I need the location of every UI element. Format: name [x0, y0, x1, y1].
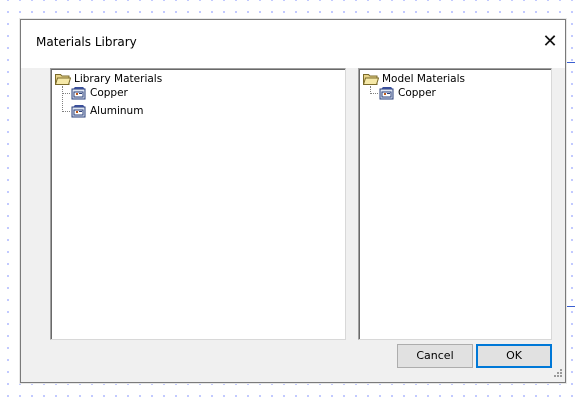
tree-connector: [370, 93, 378, 94]
material-icon: [379, 87, 394, 100]
ok-button[interactable]: OK: [476, 344, 552, 368]
close-icon[interactable]: ✕: [535, 30, 565, 54]
resize-grip-icon[interactable]: [551, 368, 563, 380]
materials-library-dialog: Materials Library ✕ Library Materials Co…: [20, 19, 566, 383]
tree-item-label: Aluminum: [90, 105, 144, 117]
cancel-button[interactable]: Cancel: [397, 344, 473, 368]
dialog-title: Materials Library: [36, 35, 137, 49]
tree-connector: [62, 111, 70, 112]
tree-item-label: Copper: [398, 87, 436, 99]
tree-item-label: Copper: [90, 87, 128, 99]
tree-root-label: Library Materials: [74, 73, 163, 85]
tree-connector: [62, 86, 63, 112]
material-icon: [71, 87, 86, 100]
material-icon: [71, 105, 86, 118]
library-materials-tree[interactable]: Library Materials Copper Aluminum: [50, 68, 346, 340]
tree-root-label: Model Materials: [382, 73, 465, 85]
title-bar[interactable]: Materials Library ✕: [21, 20, 565, 68]
model-materials-tree[interactable]: Model Materials Copper: [358, 68, 552, 340]
folder-open-icon: [55, 74, 71, 85]
tree-connector: [62, 93, 70, 94]
folder-open-icon: [363, 74, 379, 85]
